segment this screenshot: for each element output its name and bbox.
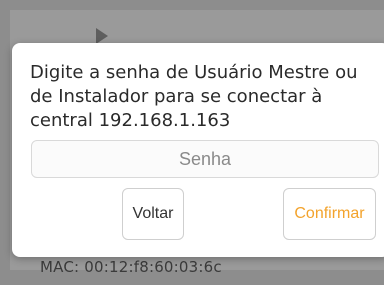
mac-address-label: MAC: 00:12:f8:60:03:6c (40, 258, 222, 276)
password-input[interactable] (31, 140, 379, 178)
play-arrow-icon (96, 28, 108, 44)
password-dialog: Digite a senha de Usuário Mestre ou de I… (12, 43, 384, 257)
confirm-button[interactable]: Confirmar (283, 188, 376, 240)
dialog-message: Digite a senha de Usuário Mestre ou de I… (30, 62, 358, 131)
back-button[interactable]: Voltar (122, 188, 184, 240)
